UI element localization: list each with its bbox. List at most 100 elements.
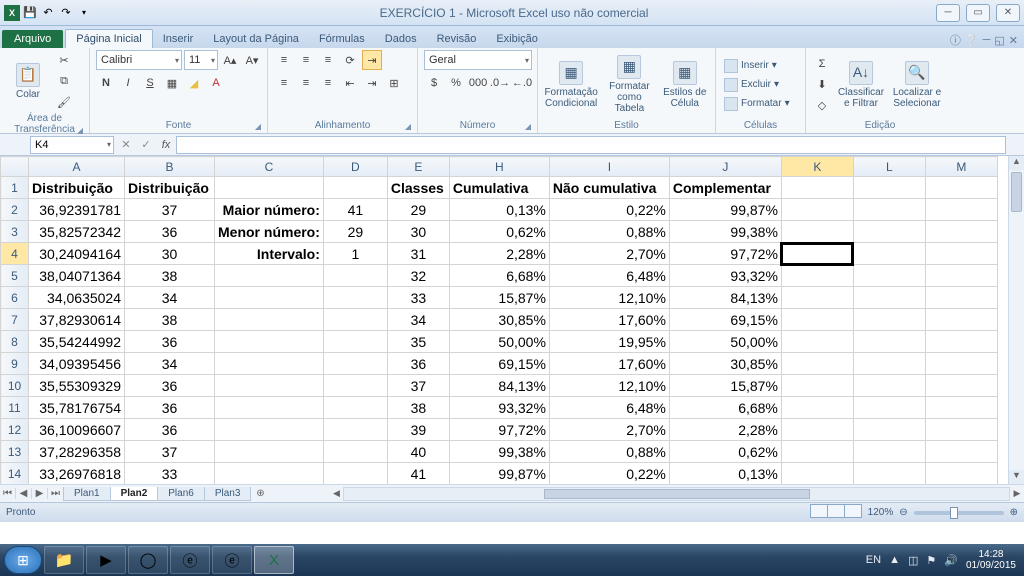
layout-view-icon[interactable] — [827, 504, 845, 518]
zoom-in-icon[interactable]: ⊕ — [1010, 507, 1018, 518]
align-right-icon[interactable]: ≡ — [318, 73, 338, 93]
hscroll-thumb[interactable] — [544, 489, 810, 499]
cell-D14[interactable] — [323, 463, 387, 485]
tab-insert[interactable]: Inserir — [153, 30, 204, 48]
indent-dec-icon[interactable]: ⇤ — [340, 73, 360, 93]
cell-M1[interactable] — [925, 177, 997, 199]
sheet-tab-Plan3[interactable]: Plan3 — [204, 487, 252, 501]
cell-I10[interactable]: 12,10% — [549, 375, 669, 397]
horizontal-scrollbar[interactable] — [343, 487, 1010, 501]
launcher-icon[interactable]: ◢ — [255, 122, 261, 131]
cell-M7[interactable] — [925, 309, 997, 331]
cell-K8[interactable] — [781, 331, 853, 353]
row-header-4[interactable]: 4 — [1, 243, 29, 265]
tab-review[interactable]: Revisão — [427, 30, 487, 48]
cell-A1[interactable]: Distribuição — [29, 177, 125, 199]
new-sheet-icon[interactable]: ⊕ — [251, 488, 269, 499]
cell-D12[interactable] — [323, 419, 387, 441]
cell-A9[interactable]: 34,09395456 — [29, 353, 125, 375]
tab-layout[interactable]: Layout da Página — [203, 30, 309, 48]
cell-C3[interactable]: Menor número: — [215, 221, 324, 243]
col-header-H[interactable]: H — [449, 157, 549, 177]
minimize-button[interactable]: ─ — [936, 4, 960, 22]
bold-button[interactable]: N — [96, 73, 116, 93]
align-bot-icon[interactable]: ≡ — [318, 50, 338, 70]
col-header-M[interactable]: M — [925, 157, 997, 177]
redo-icon[interactable]: ↷ — [58, 5, 74, 21]
excel-taskbar-icon[interactable]: X — [254, 546, 294, 574]
underline-button[interactable]: S — [140, 73, 160, 93]
zoom-slider[interactable] — [914, 511, 1004, 515]
cell-J4[interactable]: 97,72% — [669, 243, 781, 265]
cell-D6[interactable] — [323, 287, 387, 309]
cell-H9[interactable]: 69,15% — [449, 353, 549, 375]
formula-input[interactable] — [176, 136, 1006, 154]
align-left-icon[interactable]: ≡ — [274, 73, 294, 93]
cut-icon[interactable]: ✂ — [54, 50, 74, 70]
orientation-icon[interactable]: ⟳ — [340, 50, 360, 70]
tray-action-icon[interactable]: ⚑ — [926, 554, 936, 567]
paste-button[interactable]: 📋 Colar — [6, 63, 50, 100]
cell-K4[interactable] — [781, 243, 853, 265]
col-header-J[interactable]: J — [669, 157, 781, 177]
cell-E7[interactable]: 34 — [387, 309, 449, 331]
zoom-thumb[interactable] — [950, 507, 958, 519]
row-header-11[interactable]: 11 — [1, 397, 29, 419]
cell-D5[interactable] — [323, 265, 387, 287]
cell-L13[interactable] — [853, 441, 925, 463]
cell-E11[interactable]: 38 — [387, 397, 449, 419]
cell-K14[interactable] — [781, 463, 853, 485]
cell-K12[interactable] — [781, 419, 853, 441]
cell-I5[interactable]: 6,48% — [549, 265, 669, 287]
cell-C9[interactable] — [215, 353, 324, 375]
cell-L7[interactable] — [853, 309, 925, 331]
close-button[interactable]: ✕ — [996, 4, 1020, 22]
normal-view-icon[interactable] — [810, 504, 828, 518]
maximize-button[interactable]: ▭ — [966, 4, 990, 22]
cell-M6[interactable] — [925, 287, 997, 309]
col-header-C[interactable]: C — [215, 157, 324, 177]
font-color-icon[interactable]: A — [206, 73, 226, 93]
cell-M13[interactable] — [925, 441, 997, 463]
hscroll-right-icon[interactable]: ▶ — [1010, 488, 1024, 499]
cell-M10[interactable] — [925, 375, 997, 397]
col-header-E[interactable]: E — [387, 157, 449, 177]
help-icon[interactable]: ❔ — [965, 34, 979, 47]
chrome-icon[interactable]: ◯ — [128, 546, 168, 574]
format-painter-icon[interactable]: 🖌 — [54, 92, 74, 112]
cell-C14[interactable] — [215, 463, 324, 485]
cell-B10[interactable]: 36 — [125, 375, 215, 397]
cell-H10[interactable]: 84,13% — [449, 375, 549, 397]
cell-L4[interactable] — [853, 243, 925, 265]
cell-J10[interactable]: 15,87% — [669, 375, 781, 397]
cell-K1[interactable] — [781, 177, 853, 199]
zoom-level[interactable]: 120% — [868, 507, 894, 518]
cell-D9[interactable] — [323, 353, 387, 375]
cell-J1[interactable]: Complementar — [669, 177, 781, 199]
cell-A2[interactable]: 36,92391781 — [29, 199, 125, 221]
vertical-scrollbar[interactable]: ▲ ▼ — [1008, 156, 1024, 484]
scroll-up-icon[interactable]: ▲ — [1009, 156, 1024, 170]
cell-B14[interactable]: 33 — [125, 463, 215, 485]
cell-J14[interactable]: 0,13% — [669, 463, 781, 485]
window-close2-icon[interactable]: ✕ — [1009, 34, 1018, 47]
row-header-10[interactable]: 10 — [1, 375, 29, 397]
cell-H8[interactable]: 50,00% — [449, 331, 549, 353]
cancel-formula-icon[interactable]: ✕ — [116, 138, 136, 151]
name-box[interactable]: K4 — [30, 136, 114, 154]
cell-K11[interactable] — [781, 397, 853, 419]
insert-cells-button[interactable]: Inserir ▾ — [722, 57, 792, 75]
delete-cells-button[interactable]: Excluir ▾ — [722, 76, 792, 94]
cell-A14[interactable]: 33,26976818 — [29, 463, 125, 485]
cell-E4[interactable]: 31 — [387, 243, 449, 265]
cell-K3[interactable] — [781, 221, 853, 243]
font-name-combo[interactable]: Calibri — [96, 50, 182, 70]
cell-A10[interactable]: 35,55309329 — [29, 375, 125, 397]
cell-styles-button[interactable]: ▦Estilos de Célula — [661, 61, 709, 109]
cell-H2[interactable]: 0,13% — [449, 199, 549, 221]
cell-D11[interactable] — [323, 397, 387, 419]
undo-icon[interactable]: ↶ — [40, 5, 56, 21]
row-header-8[interactable]: 8 — [1, 331, 29, 353]
cell-E3[interactable]: 30 — [387, 221, 449, 243]
ie2-icon[interactable]: ⓔ — [212, 546, 252, 574]
